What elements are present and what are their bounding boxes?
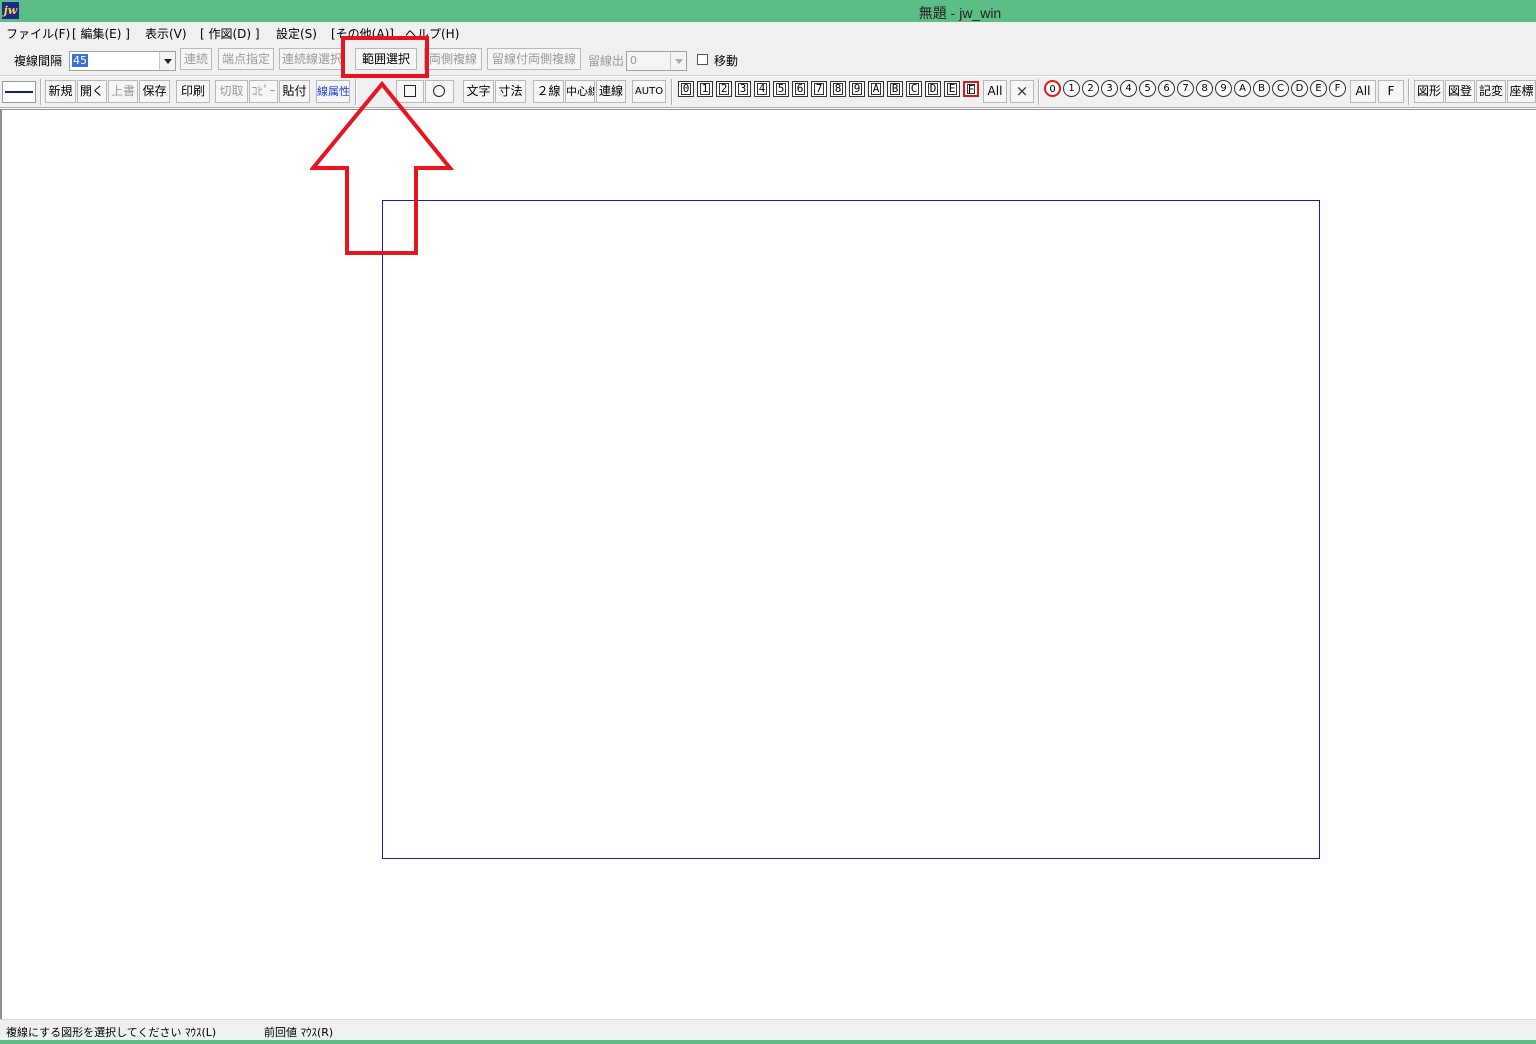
menu-draw[interactable]: [ 作図(D) ] [200,25,260,42]
notation-change-button[interactable]: 記変 [1476,80,1506,103]
separator [40,79,42,105]
layer-group-button[interactable]: 9 [1215,80,1232,97]
separator [671,79,673,105]
menu-file[interactable]: ファイル(F) [6,25,70,42]
layer-all-button[interactable]: All [983,80,1007,103]
both-sides-button[interactable]: 両側複線 [424,48,482,70]
layer-group-button[interactable]: B [1253,80,1270,97]
layer-group-button[interactable]: 3 [1101,80,1118,97]
paste-button[interactable]: 貼付 [279,80,310,103]
separator [1408,79,1410,105]
layer-button[interactable]: F [963,81,979,97]
layer-button[interactable]: E [944,81,960,97]
menu-bar: ファイル(F) [ 編集(E) ] 表示(V) [ 作図(D) ] 設定(S) … [0,22,1536,42]
overwrite-button[interactable]: 上書 [108,80,138,103]
layer-button[interactable]: 2 [716,81,732,97]
line-type-indicator[interactable] [2,81,36,103]
layer-group-button[interactable]: 5 [1139,80,1156,97]
layer-group-button[interactable]: D [1291,80,1308,97]
layer-button[interactable]: 8 [830,81,846,97]
layer-group-button[interactable]: 4 [1120,80,1137,97]
chain-select-button[interactable]: 連続線選択 [279,48,345,70]
layer-group-button[interactable]: 2 [1082,80,1099,97]
layer-button[interactable]: 5 [773,81,789,97]
stop-combo[interactable]: 0 [626,51,687,71]
layer-button[interactable]: 6 [792,81,808,97]
layer-group-button[interactable]: 6 [1158,80,1175,97]
layer-button[interactable]: 4 [754,81,770,97]
figure-register-button[interactable]: 図登 [1445,80,1475,103]
menu-settings[interactable]: 設定(S) [276,25,317,42]
continuous-button[interactable]: 連続 [180,48,212,70]
text-tool[interactable]: 文字 [463,80,494,103]
highlight-box [341,36,429,78]
layer-button[interactable]: A [868,81,884,97]
layer-group-button[interactable]: F [1329,80,1346,97]
stop-value: 0 [630,54,637,67]
separator [1038,79,1040,105]
spacing-value: 45 [72,54,88,67]
close-icon[interactable]: × [1010,80,1034,103]
double-line-tool[interactable]: ２線 [533,80,564,103]
stop-label: 留線出 [588,54,625,68]
copy-button[interactable]: ｺﾋﾟｰ [249,80,278,103]
layer-button[interactable]: 1 [697,81,713,97]
spacing-label: 複線間隔 [14,54,63,68]
layer-button[interactable]: 9 [849,81,865,97]
layer-group-button[interactable]: C [1272,80,1289,97]
menu-edit[interactable]: [ 編集(E) ] [72,25,130,42]
window-title: 無題 - jw_win [918,5,1002,21]
new-button[interactable]: 新規 [45,80,76,103]
save-button[interactable]: 保存 [139,80,170,103]
dimension-tool[interactable]: 寸法 [495,80,526,103]
chain-line-tool[interactable]: 連線 [596,80,626,103]
both-sides-stop-button[interactable]: 留線付両側複線 [487,48,581,70]
auto-mode-button[interactable]: AUTO [632,80,666,103]
move-label: 移動 [714,54,739,68]
chevron-down-icon[interactable] [670,52,686,70]
layer-group-button[interactable]: E [1310,80,1327,97]
layer-button[interactable]: 0 [678,81,694,97]
layer-group-button[interactable]: 0 [1044,80,1061,97]
status-previous: 前回値 ﾏｳｽ(R) [264,1026,334,1039]
parallel-line-toolbar: 複線間隔 45 連続 端点指定 連続線選択 範囲選択 両側複線 留線付両側複線 … [0,42,1536,76]
layer-button[interactable]: D [925,81,941,97]
paper-frame [382,200,1320,859]
layer-group-button[interactable]: 1 [1063,80,1080,97]
menu-view[interactable]: 表示(V) [145,25,187,42]
taskbar-strip [0,1040,1536,1044]
layer-group-all-button[interactable]: All [1350,80,1376,103]
layer-button[interactable]: 3 [735,81,751,97]
move-checkbox[interactable] [697,54,708,65]
layer-group-button[interactable]: 8 [1196,80,1213,97]
chevron-down-icon[interactable] [159,52,175,70]
cut-button[interactable]: 切取 [215,80,248,103]
title-bar: jw 無題 - jw_win [0,0,1536,22]
layer-group-button[interactable]: A [1234,80,1251,97]
open-button[interactable]: 開く [77,80,107,103]
status-bar: 複線にする図形を選択してください ﾏｳｽ(L) 前回値 ﾏｳｽ(R) [0,1019,1536,1044]
up-arrow-icon [310,80,455,255]
spacing-combo[interactable]: 45 [69,51,176,71]
layer-button[interactable]: B [887,81,903,97]
coordinates-button[interactable]: 座標 [1507,80,1536,103]
layer-button[interactable]: C [906,81,922,97]
center-line-tool[interactable]: 中心線 [565,80,595,103]
endpoint-button[interactable]: 端点指定 [218,48,274,70]
layer-button[interactable]: 7 [811,81,827,97]
print-button[interactable]: 印刷 [176,80,210,103]
layer-group-f-button[interactable]: F [1378,80,1404,103]
layer-group-button[interactable]: 7 [1177,80,1194,97]
figure-button[interactable]: 図形 [1414,80,1444,103]
status-prompt: 複線にする図形を選択してください ﾏｳｽ(L) [6,1026,217,1039]
